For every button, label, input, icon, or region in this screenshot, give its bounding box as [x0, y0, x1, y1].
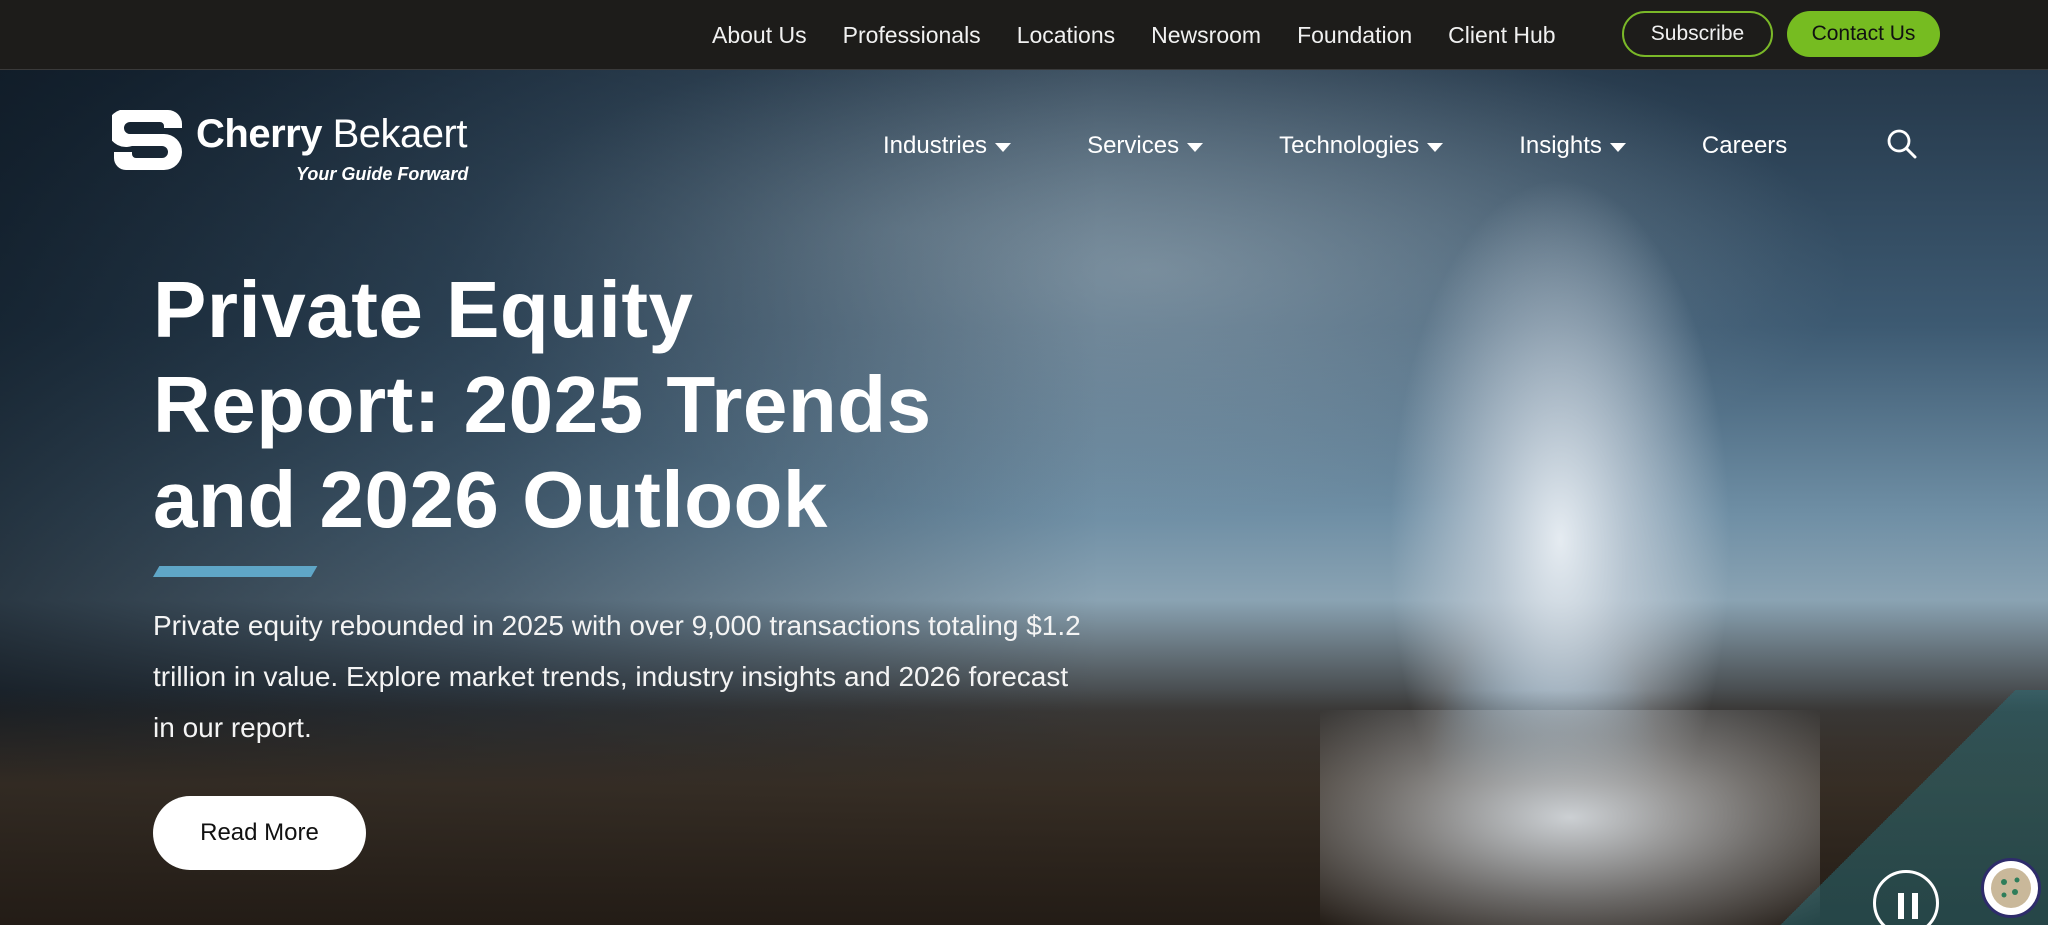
caret-down-icon: [1187, 143, 1204, 152]
hero-description: Private equity rebounded in 2025 with ov…: [153, 610, 1081, 743]
util-link-foundation[interactable]: Foundation: [1297, 22, 1412, 49]
nav-item-technologies[interactable]: Technologies: [1279, 132, 1444, 160]
title-accent-bar: [153, 566, 318, 577]
nav-item-industries[interactable]: Industries: [883, 132, 1012, 160]
util-link-professionals[interactable]: Professionals: [843, 22, 981, 49]
util-link-client-hub[interactable]: Client Hub: [1448, 22, 1555, 49]
pause-bar-right: [1912, 893, 1918, 919]
nav-label: Industries: [883, 132, 988, 159]
nav-item-insights[interactable]: Insights: [1519, 132, 1626, 160]
nav-label: Insights: [1519, 132, 1602, 159]
nav-label: Technologies: [1279, 132, 1420, 159]
cookie-glyph-icon: [1991, 868, 2031, 908]
read-more-button[interactable]: Read More: [153, 796, 366, 870]
search-icon[interactable]: [1886, 128, 1918, 160]
logo-name-bold: Cherry: [196, 112, 322, 156]
utility-links: About Us Professionals Locations Newsroo…: [712, 0, 1592, 70]
caret-down-icon: [1427, 143, 1444, 152]
nav-item-careers[interactable]: Careers: [1702, 132, 1787, 160]
util-link-about-us[interactable]: About Us: [712, 22, 807, 49]
pause-bar-left: [1898, 893, 1904, 919]
logo-wordmark: Cherry Bekaert: [196, 112, 467, 157]
nav-label: Services: [1087, 132, 1180, 159]
logo-name-light: Bekaert: [332, 112, 468, 156]
caret-down-icon: [995, 143, 1012, 152]
util-link-newsroom[interactable]: Newsroom: [1151, 22, 1261, 49]
nav-label: Careers: [1701, 132, 1788, 159]
hero-steam: [1320, 710, 1820, 925]
logo-tagline: Your Guide Forward: [296, 164, 469, 184]
caret-down-icon: [1609, 143, 1626, 152]
utility-bar: About Us Professionals Locations Newsroo…: [0, 0, 2048, 70]
hero-title: Private Equity Report: 2025 Trends and 2…: [153, 265, 932, 544]
main-nav: Industries Services Technologies Insight…: [883, 121, 1787, 171]
util-link-locations[interactable]: Locations: [1017, 22, 1115, 49]
logo-mark-icon: [112, 110, 182, 170]
nav-item-services[interactable]: Services: [1087, 132, 1204, 160]
contact-us-button[interactable]: Contact Us: [1787, 11, 1940, 57]
company-logo[interactable]: Cherry Bekaert Your Guide Forward: [112, 106, 472, 190]
subscribe-button[interactable]: Subscribe: [1622, 11, 1773, 57]
cookie-icon[interactable]: [1981, 858, 2041, 918]
